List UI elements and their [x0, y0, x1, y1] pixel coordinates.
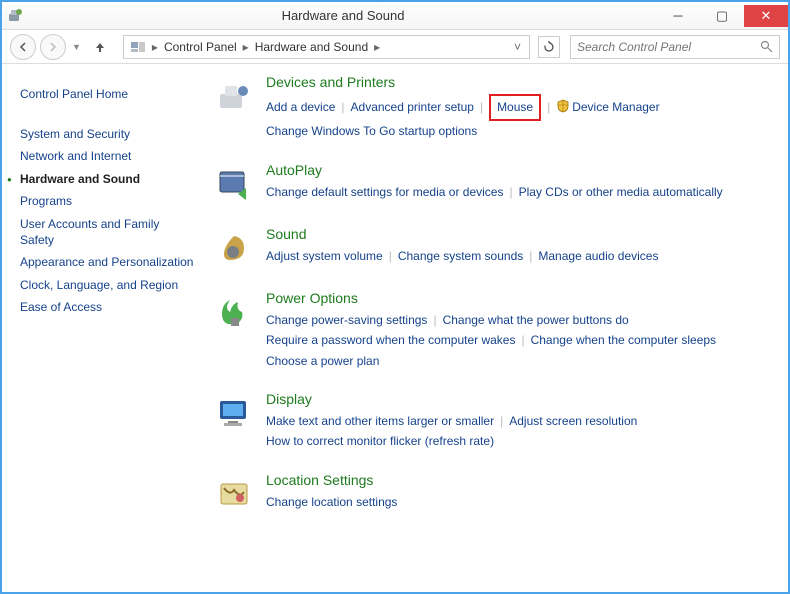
category-location-settings: Location Settings Change location setting… [212, 472, 768, 516]
link-advanced-printer-setup[interactable]: Advanced printer setup [351, 97, 474, 117]
search-box[interactable] [570, 35, 780, 59]
breadcrumb-sep-icon[interactable]: ▸ [372, 40, 382, 54]
category-title[interactable]: Devices and Printers [266, 74, 768, 90]
link-separator: | [500, 414, 503, 428]
body: Control Panel Home System and Security Ne… [2, 64, 788, 592]
sidebar-item-ease-of-access[interactable]: Ease of Access [20, 300, 194, 316]
close-button[interactable]: ✕ [744, 5, 788, 27]
link-play-cds-or-other-media-automatically[interactable]: Play CDs or other media automatically [519, 182, 723, 202]
category-title[interactable]: Display [266, 391, 768, 407]
link-mouse[interactable]: Mouse [489, 94, 541, 121]
category-sound: Sound Adjust system volume | Change system … [212, 226, 768, 270]
search-icon[interactable] [760, 40, 773, 53]
window-title: Hardware and Sound [30, 8, 656, 23]
breadcrumb-control-panel[interactable]: Control Panel [160, 40, 241, 54]
sidebar-item-appearance-and-personalization[interactable]: Appearance and Personalization [20, 255, 194, 271]
refresh-button[interactable] [538, 36, 560, 58]
link-separator: | [529, 249, 532, 263]
category-title[interactable]: Sound [266, 226, 768, 242]
window: Hardware and Sound ─ ▢ ✕ ▼ ▸ Control Pan… [0, 0, 790, 594]
category-autoplay: AutoPlay Change default settings for medi… [212, 162, 768, 206]
category-devices-and-printers: Devices and Printers Add a device | Advance… [212, 74, 768, 142]
window-controls: ─ ▢ ✕ [656, 5, 788, 27]
power-options-icon [212, 290, 256, 334]
control-panel-icon [130, 38, 148, 56]
sidebar-item-clock-language-and-region[interactable]: Clock, Language, and Region [20, 278, 194, 294]
link-adjust-system-volume[interactable]: Adjust system volume [266, 246, 383, 266]
category-display: Display Make text and other items larger … [212, 391, 768, 452]
link-separator: | [389, 249, 392, 263]
link-separator: | [547, 100, 550, 114]
link-change-when-the-computer-sleeps[interactable]: Change when the computer sleeps [531, 330, 716, 350]
app-icon [8, 8, 24, 24]
link-how-to-correct-monitor-flicker-refresh-rate-[interactable]: How to correct monitor flicker (refresh … [266, 431, 494, 451]
breadcrumb[interactable]: ▸ Control Panel ▸ Hardware and Sound ▸ ˅ [123, 35, 530, 59]
breadcrumb-dropdown-icon[interactable]: ˅ [510, 40, 525, 54]
link-separator: | [480, 100, 483, 114]
breadcrumb-sep-icon[interactable]: ▸ [241, 40, 251, 54]
sidebar-item-system-and-security[interactable]: System and Security [20, 127, 194, 143]
sound-icon [212, 226, 256, 270]
display-icon [212, 391, 256, 435]
link-change-power-saving-settings[interactable]: Change power-saving settings [266, 310, 427, 330]
link-separator: | [521, 333, 524, 347]
up-button[interactable] [89, 36, 111, 58]
autoplay-icon [212, 162, 256, 206]
breadcrumb-hardware-sound[interactable]: Hardware and Sound [251, 40, 372, 54]
recent-dropdown-icon[interactable]: ▼ [72, 42, 81, 52]
sidebar-item-network-and-internet[interactable]: Network and Internet [20, 149, 194, 165]
shield-icon [556, 99, 570, 113]
category-power-options: Power Options Change power-saving setting… [212, 290, 768, 371]
link-change-system-sounds[interactable]: Change system sounds [398, 246, 523, 266]
search-input[interactable] [577, 40, 760, 54]
sidebar: Control Panel Home System and Security Ne… [2, 64, 202, 592]
link-add-a-device[interactable]: Add a device [266, 97, 335, 117]
link-separator: | [509, 185, 512, 199]
sidebar-item-programs[interactable]: Programs [20, 194, 194, 210]
category-title[interactable]: Power Options [266, 290, 768, 306]
back-button[interactable] [10, 34, 36, 60]
maximize-button[interactable]: ▢ [700, 5, 744, 27]
link-change-location-settings[interactable]: Change location settings [266, 492, 397, 512]
forward-button[interactable] [40, 34, 66, 60]
sidebar-item-user-accounts-and-family-safety[interactable]: User Accounts and Family Safety [20, 217, 194, 248]
titlebar: Hardware and Sound ─ ▢ ✕ [2, 2, 788, 30]
minimize-button[interactable]: ─ [656, 5, 700, 27]
devices-and-printers-icon [212, 74, 256, 118]
link-adjust-screen-resolution[interactable]: Adjust screen resolution [509, 411, 637, 431]
location-settings-icon [212, 472, 256, 516]
link-manage-audio-devices[interactable]: Manage audio devices [538, 246, 658, 266]
toolbar: ▼ ▸ Control Panel ▸ Hardware and Sound ▸… [2, 30, 788, 64]
link-require-a-password-when-the-computer-wakes[interactable]: Require a password when the computer wak… [266, 330, 515, 350]
link-change-windows-to-go-startup-options[interactable]: Change Windows To Go startup options [266, 121, 477, 141]
link-choose-a-power-plan[interactable]: Choose a power plan [266, 351, 379, 371]
sidebar-item-hardware-and-sound[interactable]: Hardware and Sound [20, 172, 194, 188]
link-separator: | [341, 100, 344, 114]
breadcrumb-sep-icon[interactable]: ▸ [150, 40, 160, 54]
link-device-manager[interactable]: Device Manager [572, 97, 659, 117]
sidebar-home[interactable]: Control Panel Home [20, 87, 194, 103]
category-title[interactable]: AutoPlay [266, 162, 768, 178]
link-change-default-settings-for-media-or-devices[interactable]: Change default settings for media or dev… [266, 182, 503, 202]
category-title[interactable]: Location Settings [266, 472, 768, 488]
content[interactable]: Devices and Printers Add a device | Advance… [202, 64, 788, 592]
link-change-what-the-power-buttons-do[interactable]: Change what the power buttons do [443, 310, 629, 330]
link-separator: | [433, 313, 436, 327]
link-make-text-and-other-items-larger-or-smaller[interactable]: Make text and other items larger or smal… [266, 411, 494, 431]
